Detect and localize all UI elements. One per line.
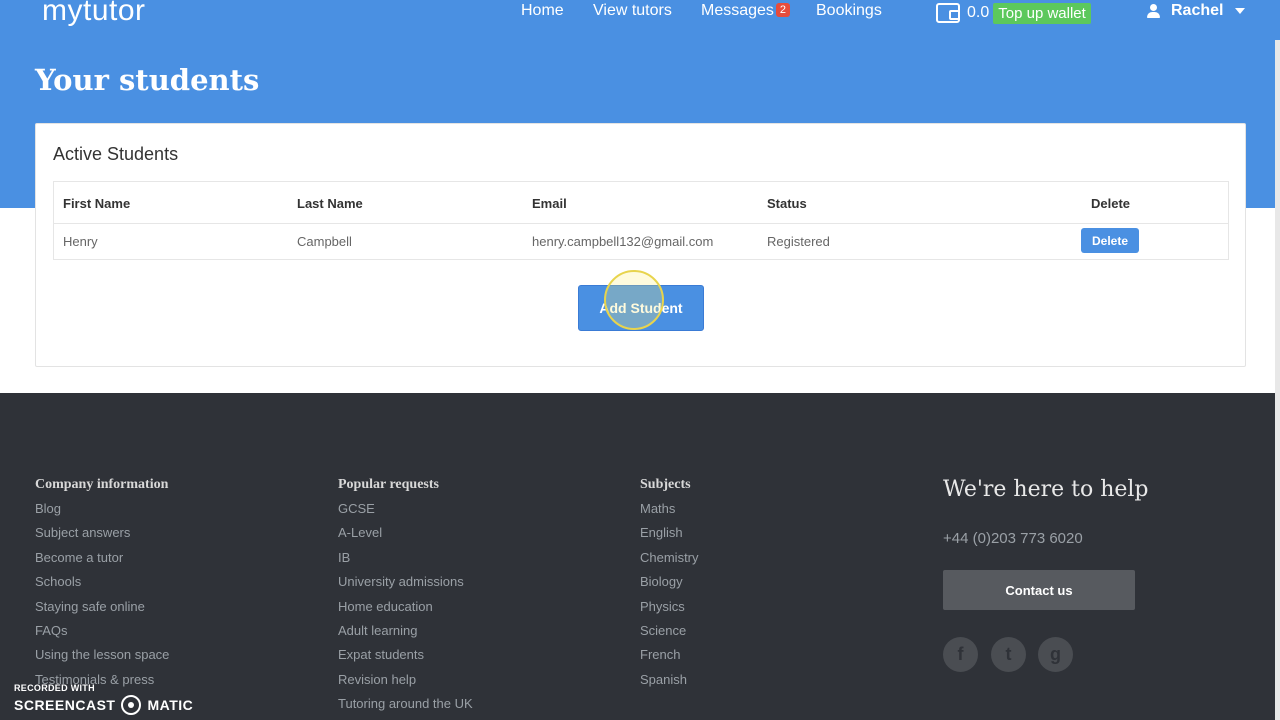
footer-link-revision-help[interactable]: Revision help [338, 672, 473, 688]
page-title: Your students [35, 63, 260, 97]
top-up-wallet-button[interactable]: Top up wallet [993, 2, 1091, 24]
delete-student-button[interactable]: Delete [1081, 228, 1139, 253]
column-email: Email [532, 196, 567, 211]
nav-bookings[interactable]: Bookings [816, 2, 882, 20]
table-header: First Name Last Name Email Status Delete [54, 182, 1228, 224]
wallet-balance: 0.0 [967, 4, 990, 21]
wallet[interactable]: 0.0 Top up wallet [936, 0, 1091, 26]
card-title: Active Students [53, 144, 179, 164]
column-delete: Delete [1091, 196, 1131, 211]
screencast-watermark: RECORDED WITH SCREENCAST MATIC [14, 683, 193, 715]
column-first-name: First Name [63, 196, 131, 211]
chevron-down-icon [1235, 8, 1246, 14]
nav-view-tutors[interactable]: View tutors [593, 2, 672, 20]
footer-link-university-admissions[interactable]: University admissions [338, 574, 473, 590]
footer-heading: Company information [35, 477, 169, 492]
footer-link-subject-answers[interactable]: Subject answers [35, 525, 169, 541]
footer-heading: Popular requests [338, 477, 439, 492]
watermark-part1: SCREENCAST [14, 697, 116, 713]
column-status: Status [767, 196, 807, 211]
footer-link-science[interactable]: Science [640, 623, 699, 639]
footer-link-lesson-space[interactable]: Using the lesson space [35, 647, 169, 663]
footer-link-tutoring-uk[interactable]: Tutoring around the UK [338, 696, 473, 712]
user-menu[interactable]: Rachel [1147, 2, 1246, 20]
cell-status: Registered [767, 234, 830, 249]
page-scrollbar[interactable] [1275, 40, 1280, 720]
watermark-brand: SCREENCAST MATIC [14, 695, 193, 715]
footer-link-spanish[interactable]: Spanish [640, 672, 699, 688]
record-icon [121, 695, 142, 715]
footer-link-english[interactable]: English [640, 525, 699, 541]
messages-count-badge: 2 [775, 3, 791, 17]
footer-link-faqs[interactable]: FAQs [35, 623, 169, 639]
add-student-button[interactable]: Add Student [578, 285, 704, 331]
column-last-name: Last Name [297, 196, 363, 211]
nav-messages[interactable]: Messages 2 [701, 2, 791, 20]
footer-link-expat-students[interactable]: Expat students [338, 647, 473, 663]
footer-link-chemistry[interactable]: Chemistry [640, 550, 699, 566]
user-name: Rachel [1171, 2, 1224, 19]
wallet-icon [936, 3, 960, 23]
footer-link-maths[interactable]: Maths [640, 501, 699, 517]
footer-link-physics[interactable]: Physics [640, 599, 699, 615]
mytutor-logo[interactable]: mytutor [42, 0, 146, 28]
footer-link-staying-safe[interactable]: Staying safe online [35, 599, 169, 615]
footer-popular-requests: Popular requests GCSE A-Level IB Univers… [338, 477, 473, 720]
top-navbar: mytutor Home View tutors Messages 2 Booki… [0, 0, 1280, 40]
cell-email: henry.campbell132@gmail.com [532, 234, 714, 249]
twitter-icon[interactable]: t [991, 637, 1026, 672]
footer-link-schools[interactable]: Schools [35, 574, 169, 590]
footer: Company information Blog Subject answers… [0, 393, 1280, 720]
footer-link-french[interactable]: French [640, 647, 699, 663]
contact-us-button[interactable]: Contact us [943, 570, 1135, 610]
watermark-part2: MATIC [147, 697, 194, 713]
footer-link-a-level[interactable]: A-Level [338, 525, 473, 541]
facebook-icon[interactable]: f [943, 637, 978, 672]
footer-link-biology[interactable]: Biology [640, 574, 699, 590]
footer-link-adult-learning[interactable]: Adult learning [338, 623, 473, 639]
active-students-card: Active Students First Name Last Name Ema… [35, 123, 1246, 367]
footer-link-ib[interactable]: IB [338, 550, 473, 566]
footer-heading: Subjects [640, 477, 691, 492]
footer-link-home-education[interactable]: Home education [338, 599, 473, 615]
google-icon[interactable]: g [1038, 637, 1073, 672]
help-title: We're here to help [943, 477, 1149, 502]
cell-first-name: Henry [63, 234, 98, 249]
user-icon [1147, 4, 1160, 18]
footer-link-gcse[interactable]: GCSE [338, 501, 473, 517]
phone-number[interactable]: +44 (0)203 773 6020 [943, 530, 1083, 547]
students-table: First Name Last Name Email Status Delete… [53, 181, 1229, 260]
cell-last-name: Campbell [297, 234, 352, 249]
footer-link-become-tutor[interactable]: Become a tutor [35, 550, 169, 566]
nav-messages-label: Messages [701, 2, 774, 19]
watermark-recorded-with: RECORDED WITH [14, 683, 95, 693]
footer-company-info: Company information Blog Subject answers… [35, 477, 169, 696]
footer-link-blog[interactable]: Blog [35, 501, 169, 517]
footer-subjects: Subjects Maths English Chemistry Biology… [640, 477, 699, 696]
nav-home[interactable]: Home [521, 2, 564, 20]
